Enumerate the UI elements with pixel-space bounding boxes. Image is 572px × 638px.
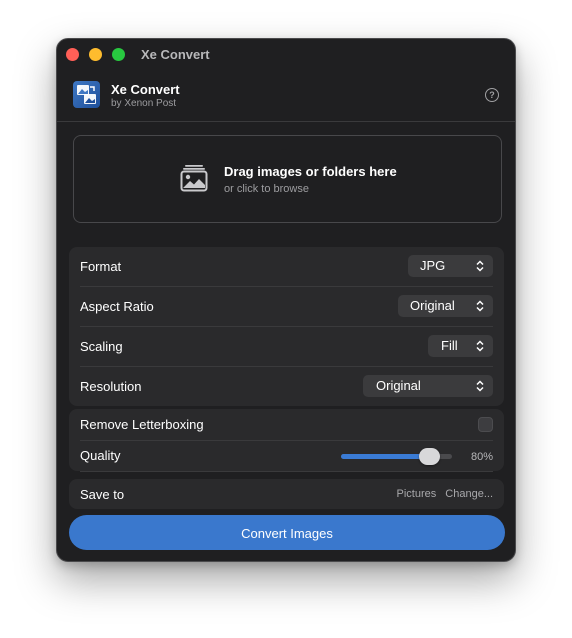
aspect-ratio-label: Aspect Ratio — [80, 299, 154, 314]
aspect-ratio-popup-button[interactable]: Original — [398, 295, 493, 317]
app-name: Xe Convert — [111, 82, 180, 97]
format-popup-button[interactable]: JPG — [408, 255, 493, 277]
app-byline: by Xenon Post — [111, 98, 177, 109]
format-label: Format — [80, 259, 122, 274]
remove-letterboxing-label: Remove Letterboxing — [80, 417, 204, 432]
save-location-group: Pictures Change... — [396, 488, 493, 500]
change-location-button[interactable]: Change... — [445, 488, 493, 500]
settings-group: Format JPG Aspect Ratio Original Scaling… — [69, 247, 504, 406]
zoom-window-button[interactable] — [112, 48, 125, 61]
resolution-label: Resolution — [80, 379, 142, 394]
save-to-row: Save to Pictures Change... — [80, 479, 493, 509]
help-icon: ? — [489, 90, 495, 100]
format-value: JPG — [420, 258, 446, 273]
app-header: Xe Convert by Xenon Post ? — [57, 71, 515, 122]
resolution-row: Resolution Original — [80, 367, 493, 406]
app-icon — [73, 81, 100, 108]
aspect-ratio-row: Aspect Ratio Original — [80, 287, 493, 327]
quality-value: 80% — [470, 451, 493, 463]
scaling-label: Scaling — [80, 339, 123, 354]
app-window: Xe Convert Xe Convert by Xenon Post ? Dr… — [56, 38, 516, 562]
photo-stack-icon — [179, 163, 209, 193]
quality-slider-fill — [341, 454, 430, 459]
save-to-label: Save to — [80, 487, 125, 502]
resolution-popup-button[interactable]: Original — [363, 375, 493, 397]
chevron-up-down-icon — [476, 340, 484, 352]
save-location: Pictures — [396, 488, 437, 500]
title-bar[interactable]: Xe Convert — [57, 39, 515, 71]
quality-label: Quality — [80, 448, 121, 463]
close-window-button[interactable] — [66, 48, 79, 61]
quality-slider[interactable] — [341, 448, 452, 465]
remove-letterboxing-checkbox[interactable] — [478, 417, 493, 432]
drop-zone[interactable]: Drag images or folders here or click to … — [73, 135, 502, 223]
chevron-up-down-icon — [476, 380, 484, 392]
remove-letterboxing-row: Remove Letterboxing — [80, 409, 493, 441]
format-row: Format JPG — [80, 247, 493, 287]
quality-slider-knob[interactable] — [419, 448, 441, 465]
minimize-window-button[interactable] — [89, 48, 102, 61]
chevron-up-down-icon — [476, 260, 484, 272]
scaling-value: Fill — [441, 338, 458, 353]
options-group: Remove Letterboxing Quality 80% — [69, 409, 504, 472]
chevron-up-down-icon — [476, 300, 484, 312]
aspect-ratio-value: Original — [410, 298, 455, 313]
help-button[interactable]: ? — [485, 88, 499, 102]
resolution-value: Original — [376, 378, 421, 393]
window-title: Xe Convert — [141, 47, 210, 62]
drop-zone-title: Drag images or folders here — [224, 164, 397, 179]
scaling-popup-button[interactable]: Fill — [428, 335, 493, 357]
scaling-row: Scaling Fill — [80, 327, 493, 367]
save-group: Save to Pictures Change... — [69, 479, 504, 509]
drop-zone-subtitle: or click to browse — [224, 183, 309, 195]
convert-images-button[interactable]: Convert Images — [69, 515, 505, 550]
